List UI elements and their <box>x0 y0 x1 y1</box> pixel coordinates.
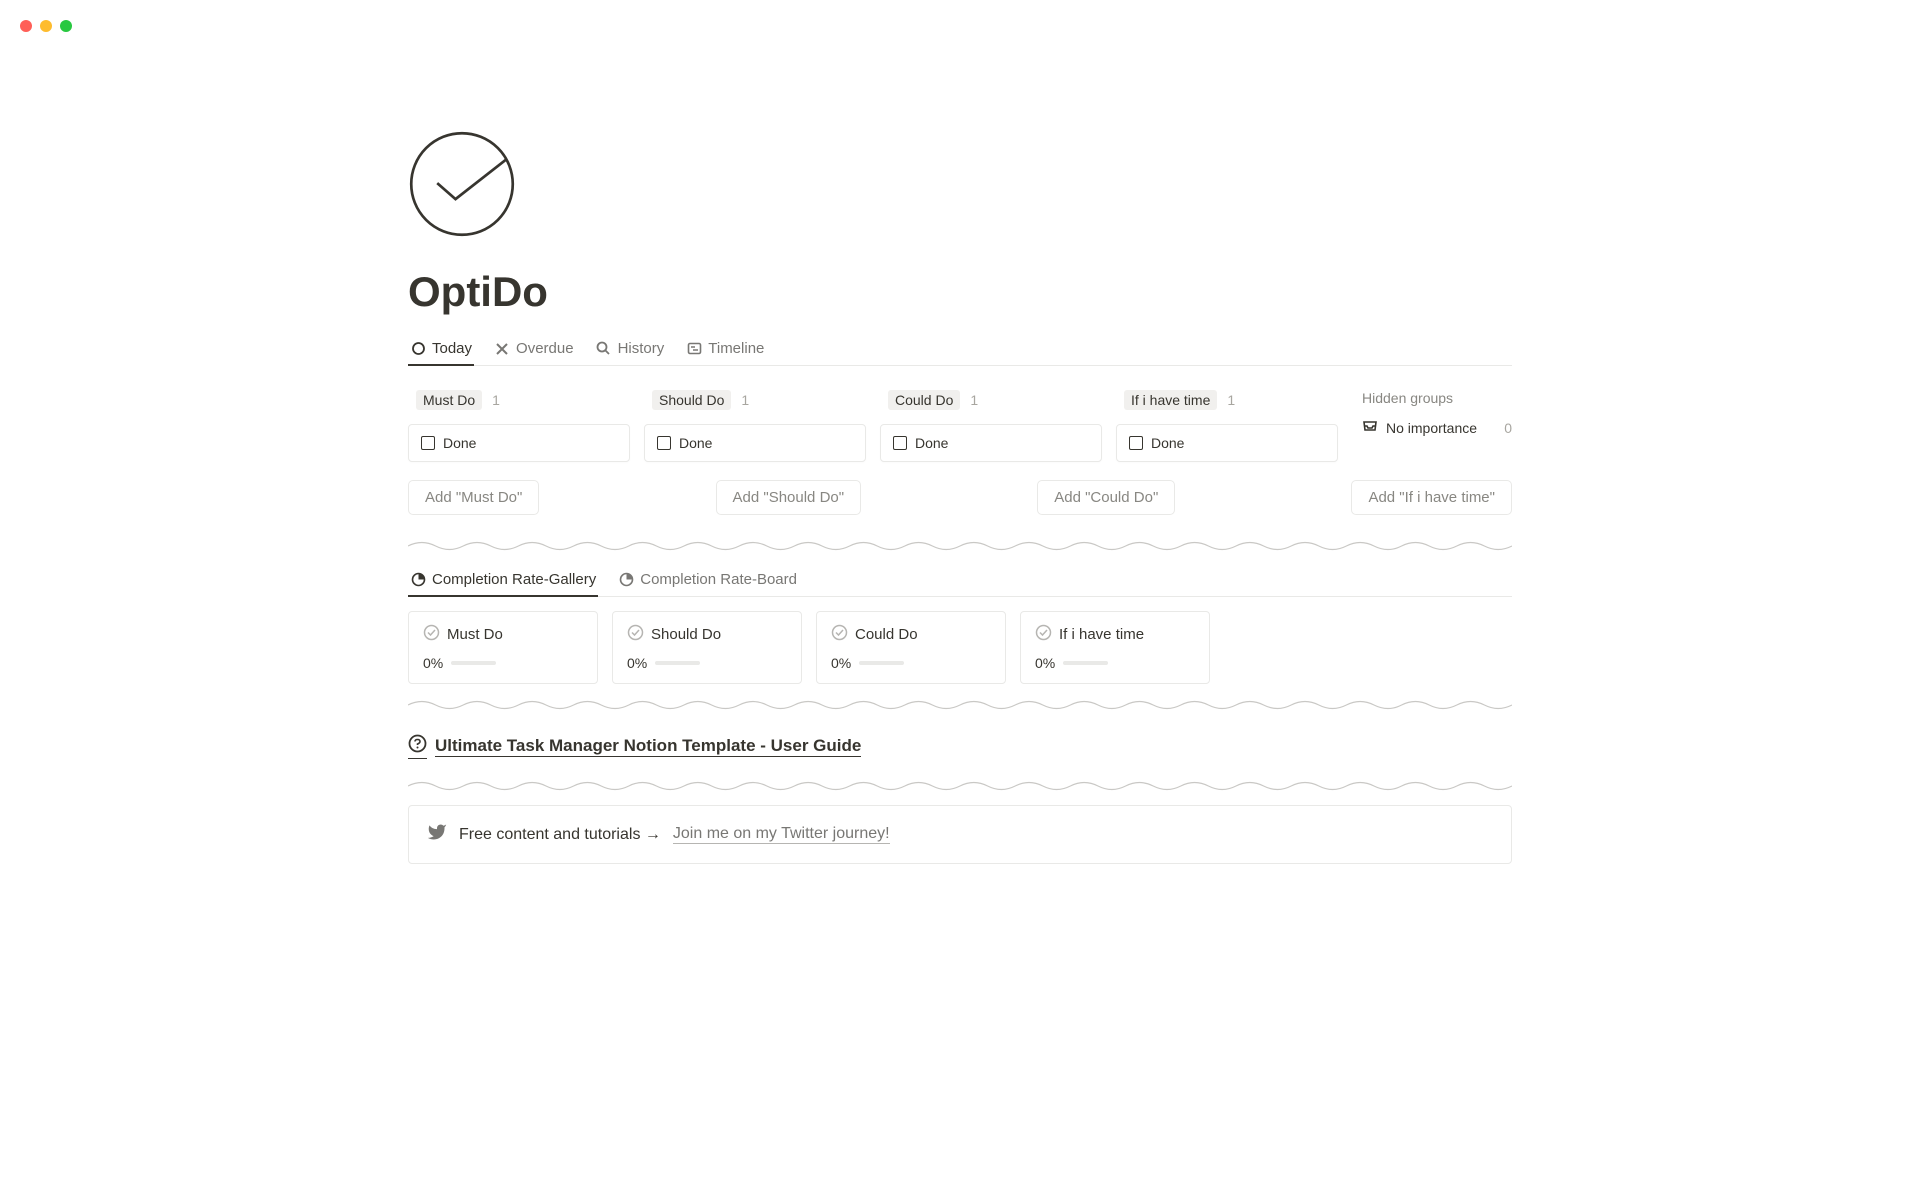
divider-icon <box>408 698 1512 712</box>
hidden-groups: Hidden groups No importance 0 <box>1352 380 1512 462</box>
hidden-group-item[interactable]: No importance 0 <box>1362 418 1512 437</box>
column-header[interactable]: Should Do 1 <box>644 380 866 420</box>
task-card[interactable]: Done <box>1116 424 1338 462</box>
minimize-window-button[interactable] <box>40 20 52 32</box>
inbox-icon <box>1362 418 1378 437</box>
gallery-card-must-do[interactable]: Must Do 0% <box>408 611 598 684</box>
progress-bar <box>655 661 700 665</box>
page-content: OptiDo Today Overdue History Timeline <box>360 0 1560 904</box>
card-title: Done <box>679 435 712 451</box>
tab-completion-board[interactable]: Completion Rate-Board <box>616 565 799 596</box>
column-header[interactable]: Must Do 1 <box>408 380 630 420</box>
column-could-do: Could Do 1 Done <box>880 380 1102 462</box>
completion-tabs: Completion Rate-Gallery Completion Rate-… <box>408 565 1512 597</box>
search-icon <box>596 341 612 357</box>
check-circle-icon <box>1035 624 1052 645</box>
add-buttons-row: Add "Must Do" Add "Should Do" Add "Could… <box>408 480 1512 515</box>
timeline-icon <box>686 341 702 357</box>
card-title: Done <box>443 435 476 451</box>
column-header[interactable]: Could Do 1 <box>880 380 1102 420</box>
gallery-card-if-time[interactable]: If i have time 0% <box>1020 611 1210 684</box>
check-circle-icon <box>423 624 440 645</box>
tab-label: Completion Rate-Gallery <box>432 571 596 588</box>
tab-timeline[interactable]: Timeline <box>684 334 766 365</box>
help-icon <box>408 734 427 759</box>
tab-completion-gallery[interactable]: Completion Rate-Gallery <box>408 565 598 596</box>
column-tag: Should Do <box>652 390 731 410</box>
view-tabs: Today Overdue History Timeline <box>408 334 1512 366</box>
column-must-do: Must Do 1 Done <box>408 380 630 462</box>
gallery-card-title: If i have time <box>1059 626 1144 643</box>
percent-value: 0% <box>1035 655 1055 671</box>
gallery-card-should-do[interactable]: Should Do 0% <box>612 611 802 684</box>
column-should-do: Should Do 1 Done <box>644 380 866 462</box>
column-if-time: If i have time 1 Done <box>1116 380 1338 462</box>
hidden-item-count: 0 <box>1504 420 1512 436</box>
tab-overdue[interactable]: Overdue <box>492 334 576 365</box>
check-circle-icon <box>831 624 848 645</box>
twitter-callout[interactable]: Free content and tutorials → Join me on … <box>408 805 1512 864</box>
hidden-item-label: No importance <box>1386 420 1477 436</box>
add-could-do-button[interactable]: Add "Could Do" <box>1037 480 1175 515</box>
user-guide-link[interactable]: Ultimate Task Manager Notion Template - … <box>408 724 1512 767</box>
circle-icon <box>410 341 426 357</box>
progress-bar <box>1063 661 1108 665</box>
divider-icon <box>408 539 1512 553</box>
card-title: Done <box>1151 435 1184 451</box>
x-icon <box>494 341 510 357</box>
checkbox-icon[interactable] <box>657 436 671 450</box>
maximize-window-button[interactable] <box>60 20 72 32</box>
percent-value: 0% <box>831 655 851 671</box>
twitter-prefix: Free content and tutorials → <box>459 826 661 844</box>
page-logo <box>408 130 516 238</box>
tab-label: Overdue <box>516 340 574 357</box>
pie-icon <box>618 572 634 588</box>
tab-label: History <box>618 340 665 357</box>
checkbox-icon[interactable] <box>893 436 907 450</box>
close-window-button[interactable] <box>20 20 32 32</box>
kanban-board: Must Do 1 Done Should Do 1 Done Could Do… <box>408 380 1512 462</box>
column-count: 1 <box>970 392 978 408</box>
column-header[interactable]: If i have time 1 <box>1116 380 1338 420</box>
user-guide-title: Ultimate Task Manager Notion Template - … <box>435 736 861 757</box>
gallery-card-title: Must Do <box>447 626 503 643</box>
gallery-card-title: Should Do <box>651 626 721 643</box>
gallery-card-title: Could Do <box>855 626 918 643</box>
window-traffic-lights <box>20 20 72 32</box>
hidden-groups-title: Hidden groups <box>1362 380 1512 418</box>
column-tag: Must Do <box>416 390 482 410</box>
gallery-card-could-do[interactable]: Could Do 0% <box>816 611 1006 684</box>
percent-value: 0% <box>423 655 443 671</box>
tab-label: Timeline <box>708 340 764 357</box>
completion-gallery: Must Do 0% Should Do 0% <box>408 611 1512 684</box>
tab-label: Completion Rate-Board <box>640 571 797 588</box>
tab-today[interactable]: Today <box>408 334 474 365</box>
task-card[interactable]: Done <box>408 424 630 462</box>
pie-icon <box>410 572 426 588</box>
percent-value: 0% <box>627 655 647 671</box>
twitter-link[interactable]: Join me on my Twitter journey! <box>673 825 890 844</box>
column-count: 1 <box>741 392 749 408</box>
tab-label: Today <box>432 340 472 357</box>
add-must-do-button[interactable]: Add "Must Do" <box>408 480 539 515</box>
twitter-icon <box>427 822 447 847</box>
column-count: 1 <box>1227 392 1235 408</box>
add-should-do-button[interactable]: Add "Should Do" <box>716 480 862 515</box>
check-circle-icon <box>627 624 644 645</box>
progress-bar <box>859 661 904 665</box>
progress-bar <box>451 661 496 665</box>
column-tag: Could Do <box>888 390 960 410</box>
tab-history[interactable]: History <box>594 334 667 365</box>
column-count: 1 <box>492 392 500 408</box>
divider-icon <box>408 779 1512 793</box>
checkbox-icon[interactable] <box>421 436 435 450</box>
task-card[interactable]: Done <box>880 424 1102 462</box>
checkbox-icon[interactable] <box>1129 436 1143 450</box>
task-card[interactable]: Done <box>644 424 866 462</box>
page-title: OptiDo <box>408 268 1512 316</box>
card-title: Done <box>915 435 948 451</box>
column-tag: If i have time <box>1124 390 1217 410</box>
add-if-time-button[interactable]: Add "If i have time" <box>1351 480 1512 515</box>
